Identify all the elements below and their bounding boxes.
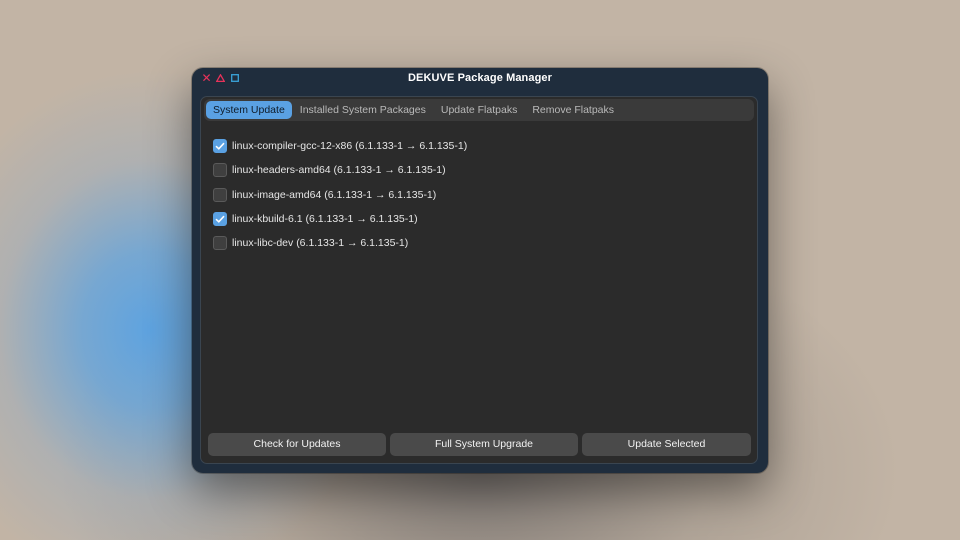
package-label: linux-compiler-gcc-12-x86 (6.1.133-1 → 6… [232, 140, 468, 153]
checkbox[interactable] [213, 236, 227, 251]
package-row[interactable]: linux-libc-dev (6.1.133-1 → 6.1.135-1) [213, 231, 467, 255]
update-selected-button[interactable]: Update Selected [582, 433, 751, 456]
checkbox[interactable] [213, 212, 227, 227]
package-label: linux-kbuild-6.1 (6.1.133-1 → 6.1.135-1) [232, 213, 418, 226]
main-panel: System Update Installed System Packages … [200, 96, 758, 464]
checkbox[interactable] [213, 187, 227, 202]
checkbox[interactable] [213, 139, 227, 154]
package-list: linux-compiler-gcc-12-x86 (6.1.133-1 → 6… [213, 134, 467, 255]
package-row[interactable]: linux-image-amd64 (6.1.133-1 → 6.1.135-1… [213, 183, 467, 207]
package-label: linux-libc-dev (6.1.133-1 → 6.1.135-1) [232, 237, 409, 250]
package-row[interactable]: linux-kbuild-6.1 (6.1.133-1 → 6.1.135-1) [213, 207, 467, 231]
checkbox[interactable] [213, 163, 227, 178]
package-label: linux-image-amd64 (6.1.133-1 → 6.1.135-1… [232, 188, 437, 201]
app-window: ✕ DEKUVE Package Manager System Update I… [192, 68, 768, 473]
checkmark-icon [215, 215, 225, 223]
checkmark-icon [215, 142, 225, 151]
titlebar: ✕ DEKUVE Package Manager [192, 68, 768, 90]
tab-installed-system-packages[interactable]: Installed System Packages [293, 101, 433, 119]
tab-system-update[interactable]: System Update [206, 101, 292, 119]
package-row[interactable]: linux-headers-amd64 (6.1.133-1 → 6.1.135… [213, 158, 467, 182]
full-system-upgrade-button[interactable]: Full System Upgrade [390, 433, 578, 456]
package-row[interactable]: linux-compiler-gcc-12-x86 (6.1.133-1 → 6… [213, 134, 467, 158]
tab-update-flatpaks[interactable]: Update Flatpaks [434, 101, 524, 119]
tab-remove-flatpaks[interactable]: Remove Flatpaks [525, 101, 621, 119]
package-label: linux-headers-amd64 (6.1.133-1 → 6.1.135… [232, 164, 446, 177]
tab-bar: System Update Installed System Packages … [204, 99, 754, 121]
window-title: DEKUVE Package Manager [407, 72, 553, 84]
check-for-updates-button[interactable]: Check for Updates [208, 433, 386, 456]
